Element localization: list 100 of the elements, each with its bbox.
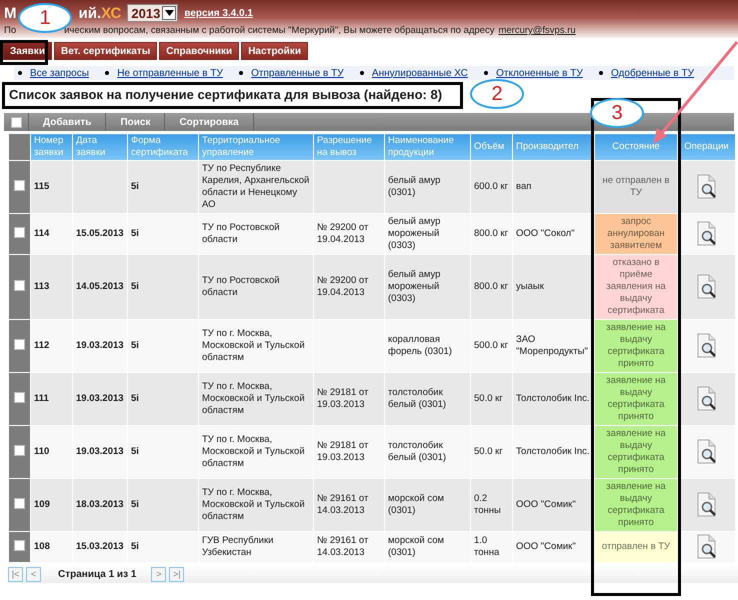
table-cell: ЗАО "Морепродукты" (516, 334, 588, 357)
table-cell: вап (516, 181, 532, 192)
table-cell: 114 (34, 228, 50, 239)
highlight-frame (0, 40, 48, 65)
year-select[interactable]: 2013 (127, 4, 178, 22)
table-cell: 5i (131, 340, 139, 351)
table-cell: 108 (34, 541, 50, 552)
table-cell: 50.0 кг (474, 393, 503, 404)
last-page-button[interactable]: >| (169, 566, 184, 582)
column-header[interactable]: Состояние (594, 134, 678, 160)
version-link[interactable]: версия 3.4.0.1 (184, 8, 253, 18)
app-title: ий. (78, 4, 102, 22)
row-checkbox[interactable] (14, 280, 25, 290)
filter-link[interactable]: Отправленные в ТУ (251, 68, 344, 78)
table-cell: Толстолобик Inc. (516, 393, 590, 404)
table-cell: 110 (34, 446, 50, 457)
bullet-icon (105, 71, 110, 75)
table-cell: 5i (131, 393, 139, 404)
filter-link[interactable]: Все запросы (30, 68, 89, 78)
table-cell: 5i (131, 541, 139, 552)
row-checkbox[interactable] (14, 180, 25, 190)
status-cell: отказано в приёме заявления на выдачу сертификата (594, 254, 678, 320)
status-cell: запрос аннулирован заявителем (594, 214, 678, 254)
table-cell: № 29200 от 19.04.2013 (317, 222, 368, 245)
table-cell: морской сом (0301) (388, 535, 444, 558)
status-cell: заявление на выдачу сертификата принято (594, 320, 678, 372)
column-header[interactable]: Наименование продукции (384, 134, 470, 160)
table-cell: 113 (34, 281, 50, 292)
page-indicator: Страница 1 из 1 (57, 568, 138, 580)
table-cell: 0.2 тонны (474, 493, 501, 516)
dropdown-icon (162, 6, 176, 20)
filter-link[interactable]: Не отправленные в ТУ (117, 68, 223, 78)
select-all-checkbox[interactable] (10, 116, 22, 128)
row-checkbox[interactable] (14, 540, 25, 550)
next-page-button[interactable]: > (151, 566, 166, 582)
column-header[interactable]: Разрешение на вывоз (314, 134, 384, 160)
table-cell: ТУ по г. Москва, Московской и Тульской областям (202, 381, 305, 416)
table-cell: 5i (131, 228, 139, 239)
toolbar-button[interactable]: Сортировка (165, 113, 254, 131)
table-cell: ООО "Сокол" (516, 228, 575, 239)
app-title: ХС (101, 4, 122, 22)
table-cell: ГУВ Республики Узбекистан (202, 535, 274, 558)
column-header[interactable]: Форма сертификата (128, 134, 198, 160)
previous-page-button[interactable]: < (26, 566, 41, 582)
filter-link[interactable]: Одобренные в ТУ (611, 68, 694, 78)
nav-tab[interactable]: Справочники (159, 42, 240, 60)
row-checkbox[interactable] (14, 498, 25, 508)
page-title: Список заявок на получение сертификата для вывоза (найдено: 8) (2, 82, 464, 109)
bullet-icon (239, 71, 244, 75)
table-cell: № 29200 от 19.04.2013 (317, 275, 368, 298)
nav-tab[interactable]: Настройки (241, 42, 308, 60)
app-title: М (4, 4, 16, 22)
first-page-button[interactable]: |< (8, 566, 23, 582)
email-link[interactable]: mercury@fsvps.ru (498, 25, 576, 36)
table-cell: ТУ по Республике Карелия, Архангельской области и Ненецкому АО (202, 163, 310, 210)
bullet-icon (360, 71, 364, 75)
table-cell: 19.03.2013 (76, 393, 124, 404)
table-cell: 19.03.2013 (76, 340, 124, 351)
table-cell: 15.03.2013 (76, 541, 124, 552)
table-cell: 15.05.2013 (76, 228, 124, 239)
table-cell: 109 (34, 499, 50, 510)
filter-link[interactable]: Аннулированные ХС (372, 68, 468, 78)
row-checkbox[interactable] (14, 338, 25, 350)
nav-tab[interactable]: Вет. сертификаты (54, 42, 158, 60)
table-cell: 18.03.2013 (76, 499, 124, 510)
info-text: ическим вопросам, связанным с работой системы "Меркурий", Вы можете обращаться по адресу (64, 25, 494, 36)
row-checkbox[interactable] (14, 444, 25, 456)
table-cell: 800.0 кг (474, 228, 508, 239)
row-checkbox[interactable] (14, 226, 25, 238)
toolbar-button[interactable]: Поиск (106, 113, 166, 131)
status-cell: не отправлен в ТУ (594, 160, 678, 214)
status-cell: заявление на выдачу сертификата принято (594, 426, 678, 478)
table-cell: 5i (131, 499, 139, 510)
table-cell: 1.0 тонна (474, 535, 500, 558)
table-cell: 600.0 кг (474, 181, 508, 192)
status-cell: заявление на выдачу сертификата принято (594, 478, 678, 532)
table-cell: 800.0 кг (474, 281, 508, 292)
table-cell: 5i (131, 446, 139, 457)
table-cell: 5i (131, 181, 139, 192)
table-cell: № 29161 от 14.03.2013 (317, 493, 368, 516)
table-cell: ТУ по Ростовской области (202, 222, 280, 245)
filter-link[interactable]: Отклоненные в ТУ (496, 68, 583, 78)
table-cell: уыаык (516, 281, 544, 292)
bullet-icon (599, 71, 603, 75)
column-header[interactable]: Территориальное управление (198, 134, 314, 160)
column-header[interactable]: Номер заявки (30, 134, 72, 160)
table-cell: № 29181 от 19.03.2013 (317, 387, 368, 410)
table-cell: ООО "Сомик" (516, 541, 576, 552)
table-cell: 50.0 кг (474, 446, 503, 457)
column-header[interactable]: Объём (470, 134, 512, 160)
status-cell: заявление на выдачу сертификата принято (594, 372, 678, 426)
column-header[interactable]: Дата заявки (72, 134, 128, 160)
table-cell: ООО "Сомик" (516, 499, 576, 510)
table-cell: белый амур мороженый (0303) (388, 269, 440, 304)
status-cell: отправлен в ТУ (594, 532, 678, 562)
table-cell: ТУ по г. Москва, Московской и Тульской областям (202, 434, 305, 469)
table-cell: морской сом (0301) (388, 493, 444, 516)
row-checkbox[interactable] (14, 392, 25, 402)
toolbar-button[interactable]: Добавить (29, 113, 106, 131)
table-cell: 111 (34, 393, 49, 404)
